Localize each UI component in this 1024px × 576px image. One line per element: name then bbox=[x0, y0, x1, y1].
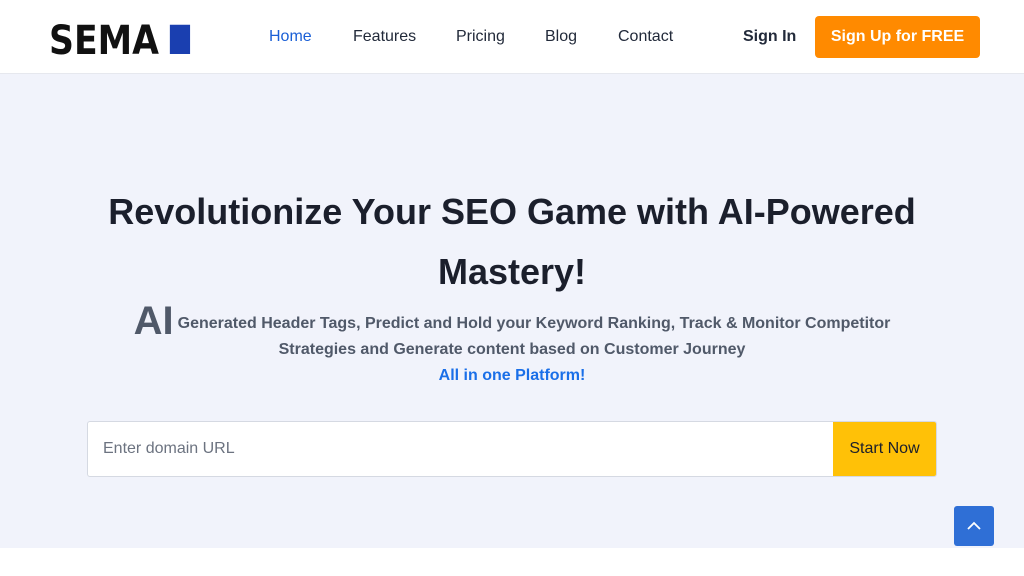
hero-subtitle-accent: All in one Platform! bbox=[438, 367, 586, 384]
sign-in-link[interactable]: Sign In bbox=[743, 26, 796, 48]
scroll-to-top-button[interactable] bbox=[954, 506, 994, 546]
nav-home[interactable]: Home bbox=[269, 26, 312, 48]
nav-features[interactable]: Features bbox=[353, 26, 416, 48]
hero-subtitle-prefix: AI bbox=[133, 299, 174, 343]
hero-section: Revolutionize Your SEO Game with AI-Powe… bbox=[0, 74, 1024, 548]
start-now-button[interactable]: Start Now bbox=[833, 422, 936, 476]
chevron-up-icon bbox=[967, 521, 981, 530]
domain-search-form: Start Now bbox=[87, 421, 937, 477]
hero-subtitle-text: Generated Header Tags, Predict and Hold … bbox=[177, 315, 891, 358]
domain-url-input[interactable] bbox=[88, 422, 835, 476]
hero-headline: Revolutionize Your SEO Game with AI-Powe… bbox=[108, 191, 916, 292]
sign-up-button[interactable]: Sign Up for FREE bbox=[815, 16, 980, 58]
nav-pricing[interactable]: Pricing bbox=[456, 26, 505, 48]
site-header: SEMA I Home Features Pricing Blog Contac… bbox=[0, 0, 1024, 74]
nav-contact[interactable]: Contact bbox=[618, 26, 673, 48]
nav-blog[interactable]: Blog bbox=[545, 26, 577, 48]
hero-subtitle: AI Generated Header Tags, Predict and Hol… bbox=[110, 301, 914, 389]
